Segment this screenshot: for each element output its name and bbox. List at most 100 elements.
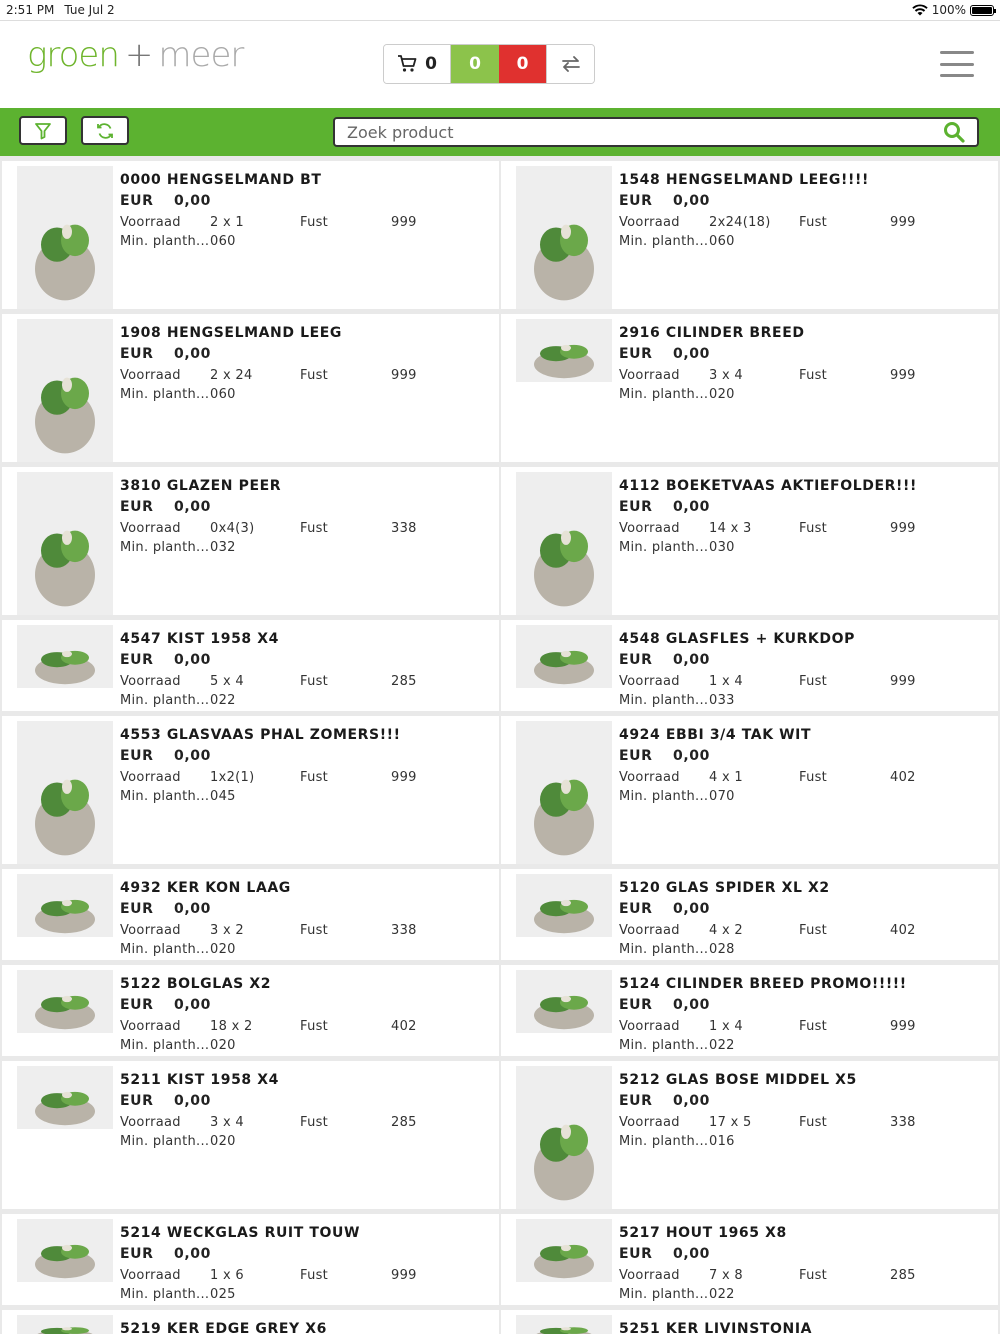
glass-pots-icon <box>516 970 612 1033</box>
stock-value: 5 x 4 <box>210 674 244 689</box>
stock-value: 1 x 4 <box>709 674 743 689</box>
basket-icon <box>516 166 612 309</box>
stock-value: 4 x 1 <box>709 770 743 785</box>
min-plant-row: Min. planth... 045 <box>120 789 236 804</box>
min-plant-value: 070 <box>709 789 735 804</box>
min-plant-value: 060 <box>709 234 735 249</box>
product-info: 2916 CILINDER BREED EUR 0,00 Voorraad 3 x 4F… <box>619 325 998 403</box>
stock-value: 7 x 8 <box>709 1268 743 1283</box>
status-time: 2:51 PM <box>6 3 55 17</box>
product-card[interactable]: 4553 GLASVAAS PHAL ZOMERS!!! EUR 0,00 Voorr… <box>2 716 499 864</box>
product-card[interactable]: 1548 HENGSELMAND LEEG!!!! EUR 0,00 Voorraad… <box>501 161 998 309</box>
product-title: 4553 GLASVAAS PHAL ZOMERS!!! <box>120 727 401 743</box>
min-plant-row: Min. planth... 022 <box>619 1287 735 1302</box>
product-price: EUR 0,00 <box>120 1246 211 1262</box>
product-price: EUR 0,00 <box>619 346 710 362</box>
product-info: 5219 KER EDGE GREY X6 <box>120 1321 499 1334</box>
green-counter-button[interactable]: 0 <box>451 45 499 83</box>
stock-row: Voorraad 18 x 2 Fust 402 <box>120 1019 417 1034</box>
product-info: 5120 GLAS SPIDER XL X2 EUR 0,00 Voorraad 4 x… <box>619 880 998 958</box>
battery-icon <box>970 4 996 16</box>
product-card[interactable]: 4932 KER KON LAAG EUR 0,00 Voorraad 3 x 2 Fus… <box>2 869 499 960</box>
order-counters: 0 0 0 <box>383 44 595 84</box>
product-card[interactable]: 5251 KER LIVINSTONIA <box>501 1310 998 1334</box>
product-card[interactable]: 4547 KIST 1958 X4 EUR 0,00 Voorraad 5 x 4 Fus… <box>2 620 499 711</box>
product-card[interactable]: 5124 CILINDER BREED PROMO!!!!! EUR 0,00 Voo… <box>501 965 998 1056</box>
product-card[interactable]: 5211 KIST 1958 X4 EUR 0,00 Voorraad 3 x 4 Fus… <box>2 1061 499 1209</box>
min-plant-value: 060 <box>210 387 236 402</box>
min-plant-value: 025 <box>210 1287 236 1302</box>
search-input[interactable] <box>347 122 943 142</box>
fust-value: 285 <box>391 674 417 689</box>
product-price: EUR 0,00 <box>120 652 211 668</box>
product-card[interactable]: 4924 EBBI 3/4 TAK WIT EUR 0,00 Voorraad 4 x … <box>501 716 998 864</box>
orchid-pot-icon <box>516 721 612 864</box>
menu-button[interactable] <box>940 51 974 77</box>
product-title: 2916 CILINDER BREED <box>619 325 805 341</box>
stock-value: 1 x 6 <box>210 1268 244 1283</box>
min-plant-value: 020 <box>210 1134 236 1149</box>
fust-value: 338 <box>890 1115 916 1130</box>
min-plant-row: Min. planth... 028 <box>619 942 735 957</box>
product-price: EUR 0,00 <box>120 748 211 764</box>
stock-row: Voorraad 0x4(3) Fust 338 <box>120 521 417 536</box>
stock-value: 1 x 4 <box>709 1019 743 1034</box>
product-card[interactable]: 5219 KER EDGE GREY X6 <box>2 1310 499 1334</box>
product-card[interactable]: 5122 BOLGLAS X2 EUR 0,00 Voorraad 18 x 2 Fust… <box>2 965 499 1056</box>
product-card[interactable]: 5120 GLAS SPIDER XL X2 EUR 0,00 Voorraad 4 x… <box>501 869 998 960</box>
stock-row: Voorraad 1x2(1) Fust 999 <box>120 770 417 785</box>
product-info: 3810 GLAZEN PEER EUR 0,00 Voorraad 0x4(3) Fus… <box>120 478 499 556</box>
product-info: 5124 CILINDER BREED PROMO!!!!! EUR 0,00 Voo… <box>619 976 998 1054</box>
min-plant-row: Min. planth... 060 <box>619 234 735 249</box>
min-plant-value: 022 <box>210 693 236 708</box>
product-info: 4547 KIST 1958 X4 EUR 0,00 Voorraad 5 x 4 Fus… <box>120 631 499 709</box>
stock-value: 2 x 24 <box>210 368 253 383</box>
stock-value: 14 x 3 <box>709 521 752 536</box>
stock-value: 0x4(3) <box>210 521 255 536</box>
stock-row: Voorraad 3 x 4 Fust 285 <box>120 1115 417 1130</box>
app-header: groen + meer 0 0 0 <box>0 20 1000 108</box>
product-info: 5217 HOUT 1965 X8 EUR 0,00 Voorraad 7 x 8 Fus… <box>619 1225 998 1303</box>
product-card[interactable]: 0000 HENGSELMAND BT EUR 0,00 Voorraad 2 x 1F… <box>2 161 499 309</box>
cart-button[interactable]: 0 <box>384 45 451 83</box>
product-card[interactable]: 2916 CILINDER BREED EUR 0,00 Voorraad 3 x 4F… <box>501 314 998 462</box>
product-card[interactable]: 4548 GLASFLES + KURKDOP EUR 0,00 Voorraad 1 … <box>501 620 998 711</box>
filter-button[interactable] <box>19 116 67 145</box>
min-plant-row: Min. planth... 020 <box>120 1134 236 1149</box>
stock-row: Voorraad 2 x 1 Fust 999 <box>120 215 417 230</box>
stock-row: Voorraad 4 x 2 Fust 402 <box>619 923 916 938</box>
orchid-glass-icon <box>17 721 113 864</box>
product-price: EUR 0,00 <box>619 748 710 764</box>
product-title: 4112 BOEKETVAAS AKTIEFOLDER!!! <box>619 478 917 494</box>
search-icon[interactable] <box>943 121 965 143</box>
product-price: EUR 0,00 <box>619 1093 710 1109</box>
product-card[interactable]: 5217 HOUT 1965 X8 EUR 0,00 Voorraad 7 x 8 Fus… <box>501 1214 998 1305</box>
min-plant-value: 030 <box>709 540 735 555</box>
product-title: 5124 CILINDER BREED PROMO!!!!! <box>619 976 907 992</box>
red-counter-button[interactable]: 0 <box>499 45 546 83</box>
palm-icon <box>516 1315 612 1334</box>
product-price: EUR 0,00 <box>619 1246 710 1262</box>
min-plant-value: 060 <box>210 234 236 249</box>
product-card[interactable]: 3810 GLAZEN PEER EUR 0,00 Voorraad 0x4(3) Fus… <box>2 467 499 615</box>
product-card[interactable]: 5212 GLAS BOSE MIDDEL X5 EUR 0,00 Voorraad 1… <box>501 1061 998 1209</box>
product-title: 5122 BOLGLAS X2 <box>120 976 272 992</box>
glass-pots-icon <box>516 874 612 937</box>
refresh-button[interactable] <box>81 116 129 145</box>
min-plant-row: Min. planth... 030 <box>619 540 735 555</box>
product-card[interactable]: 4112 BOEKETVAAS AKTIEFOLDER!!! EUR 0,00 Voo… <box>501 467 998 615</box>
product-title: 4932 KER KON LAAG <box>120 880 291 896</box>
min-plant-row: Min. planth... 022 <box>120 693 236 708</box>
product-card[interactable]: 5214 WECKGLAS RUIT TOUW EUR 0,00 Voorraad 1 … <box>2 1214 499 1305</box>
min-plant-value: 020 <box>709 387 735 402</box>
product-info: 4112 BOEKETVAAS AKTIEFOLDER!!! EUR 0,00 Voo… <box>619 478 998 556</box>
swap-button[interactable] <box>546 45 594 83</box>
fust-value: 402 <box>890 770 916 785</box>
search-bar <box>333 117 979 147</box>
ceramic-bowls-icon <box>17 874 113 937</box>
product-card[interactable]: 1908 HENGSELMAND LEEG EUR 0,00 Voorraad 2 x … <box>2 314 499 462</box>
product-info: 1548 HENGSELMAND LEEG!!!! EUR 0,00 Voorraad… <box>619 172 998 250</box>
product-title: 5217 HOUT 1965 X8 <box>619 1225 787 1241</box>
glass-pots-icon <box>516 319 612 382</box>
product-info: 5122 BOLGLAS X2 EUR 0,00 Voorraad 18 x 2 Fust… <box>120 976 499 1054</box>
